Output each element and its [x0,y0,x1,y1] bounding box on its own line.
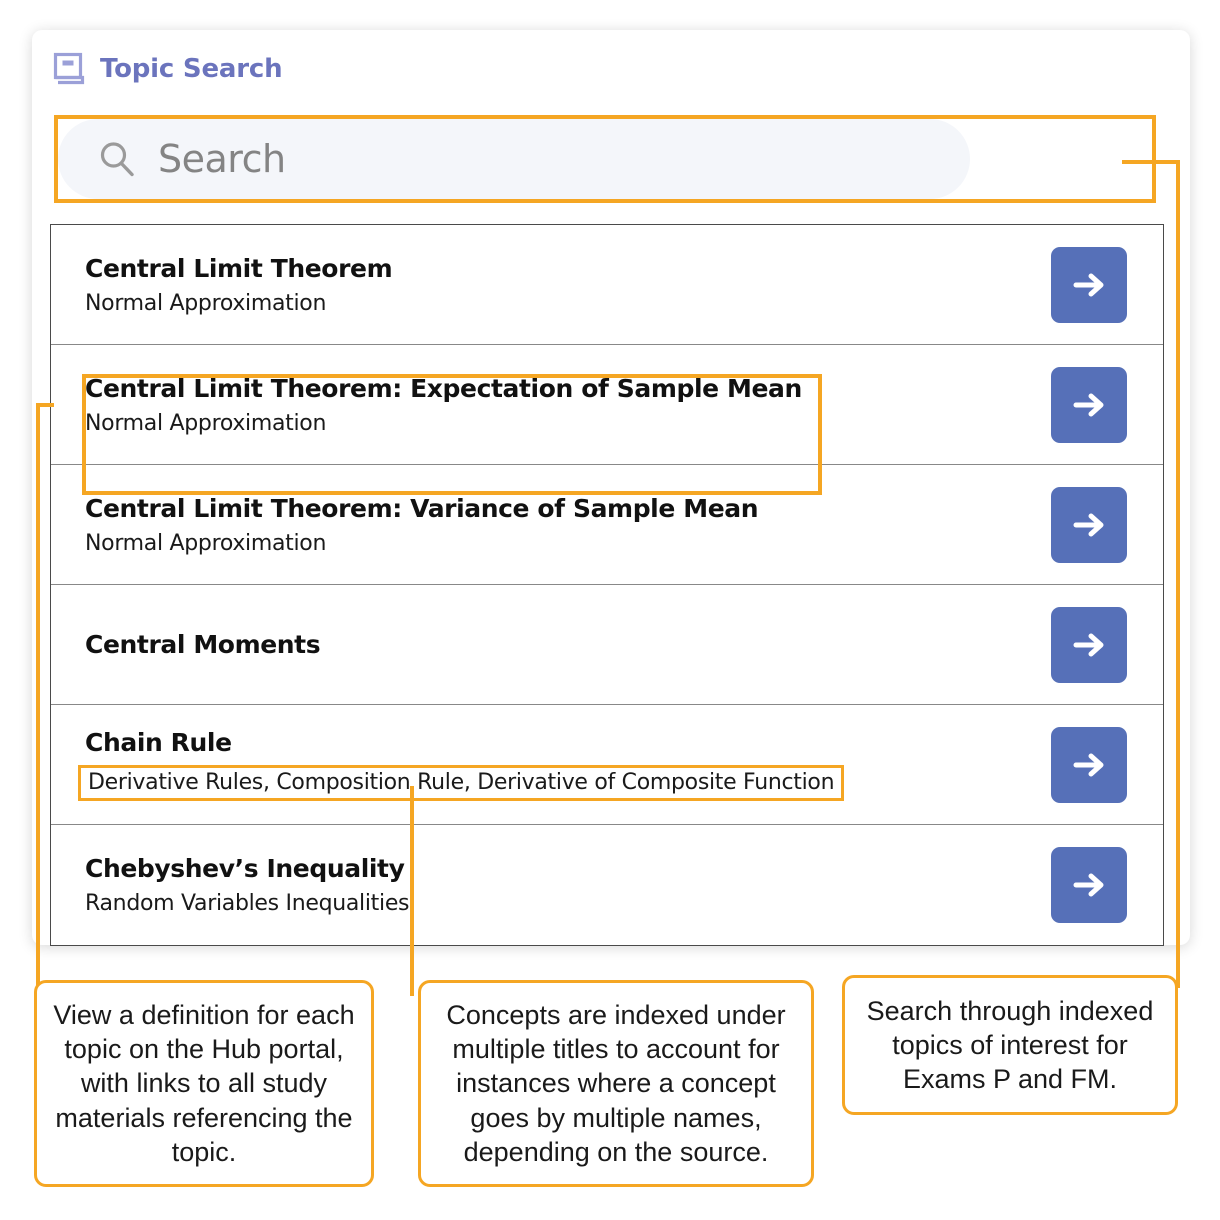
list-item-title: Chebyshev’s Inequality [85,854,409,883]
search-highlight-annotation [54,115,1156,203]
list-item-text: Central Limit Theorem: Variance of Sampl… [85,494,758,556]
connector-line-left [36,403,40,995]
topic-search-panel: Topic Search Search Central Limit Theore… [32,30,1190,945]
open-topic-button[interactable] [1051,847,1127,923]
list-item-title: Chain Rule [85,728,844,757]
callout-right: Search through indexed topics of interes… [842,975,1178,1115]
open-topic-button[interactable] [1051,607,1127,683]
arrow-right-icon [1068,264,1110,306]
list-item[interactable]: Central Limit Theorem Normal Approximati… [51,225,1163,345]
callout-left: View a definition for each topic on the … [34,980,374,1187]
list-item-title: Central Moments [85,630,320,659]
arrow-right-icon [1068,504,1110,546]
book-icon [52,52,86,86]
connector-line-right [1122,160,1180,164]
open-topic-button[interactable] [1051,247,1127,323]
open-topic-button[interactable] [1051,487,1127,563]
list-item-text: Central Limit Theorem: Expectation of Sa… [85,374,802,436]
panel-header: Topic Search [52,52,282,86]
list-item-text: Chebyshev’s Inequality Random Variables … [85,854,409,916]
list-item-text: Central Moments [85,630,320,659]
page-title: Topic Search [100,54,282,84]
list-item-title: Central Limit Theorem [85,254,392,283]
list-item-text: Central Limit Theorem Normal Approximati… [85,254,392,316]
arrow-right-icon [1068,384,1110,426]
connector-line-right [1176,160,1180,988]
list-item-subtitle: Normal Approximation [85,531,758,556]
list-item[interactable]: Central Moments [51,585,1163,705]
callout-middle: Concepts are indexed under multiple titl… [418,980,814,1187]
list-item-subtitle: Random Variables Inequalities [85,891,409,916]
open-topic-button[interactable] [1051,367,1127,443]
list-item-text: Chain Rule Derivative Rules, Composition… [85,728,844,801]
list-item-subtitle: Normal Approximation [85,411,802,436]
list-item-subtitle: Normal Approximation [85,291,392,316]
list-item-title: Central Limit Theorem: Variance of Sampl… [85,494,758,523]
list-item[interactable]: Chain Rule Derivative Rules, Composition… [51,705,1163,825]
list-item[interactable]: Central Limit Theorem: Expectation of Sa… [51,345,1163,465]
open-topic-button[interactable] [1051,727,1127,803]
list-item[interactable]: Central Limit Theorem: Variance of Sampl… [51,465,1163,585]
list-item[interactable]: Chebyshev’s Inequality Random Variables … [51,825,1163,945]
list-item-title: Central Limit Theorem: Expectation of Sa… [85,374,802,403]
connector-line-middle [410,786,414,996]
arrow-right-icon [1068,624,1110,666]
arrow-right-icon [1068,864,1110,906]
topic-results-list: Central Limit Theorem Normal Approximati… [50,224,1164,946]
arrow-right-icon [1068,744,1110,786]
list-item-subtitle: Derivative Rules, Composition Rule, Deri… [78,765,844,801]
